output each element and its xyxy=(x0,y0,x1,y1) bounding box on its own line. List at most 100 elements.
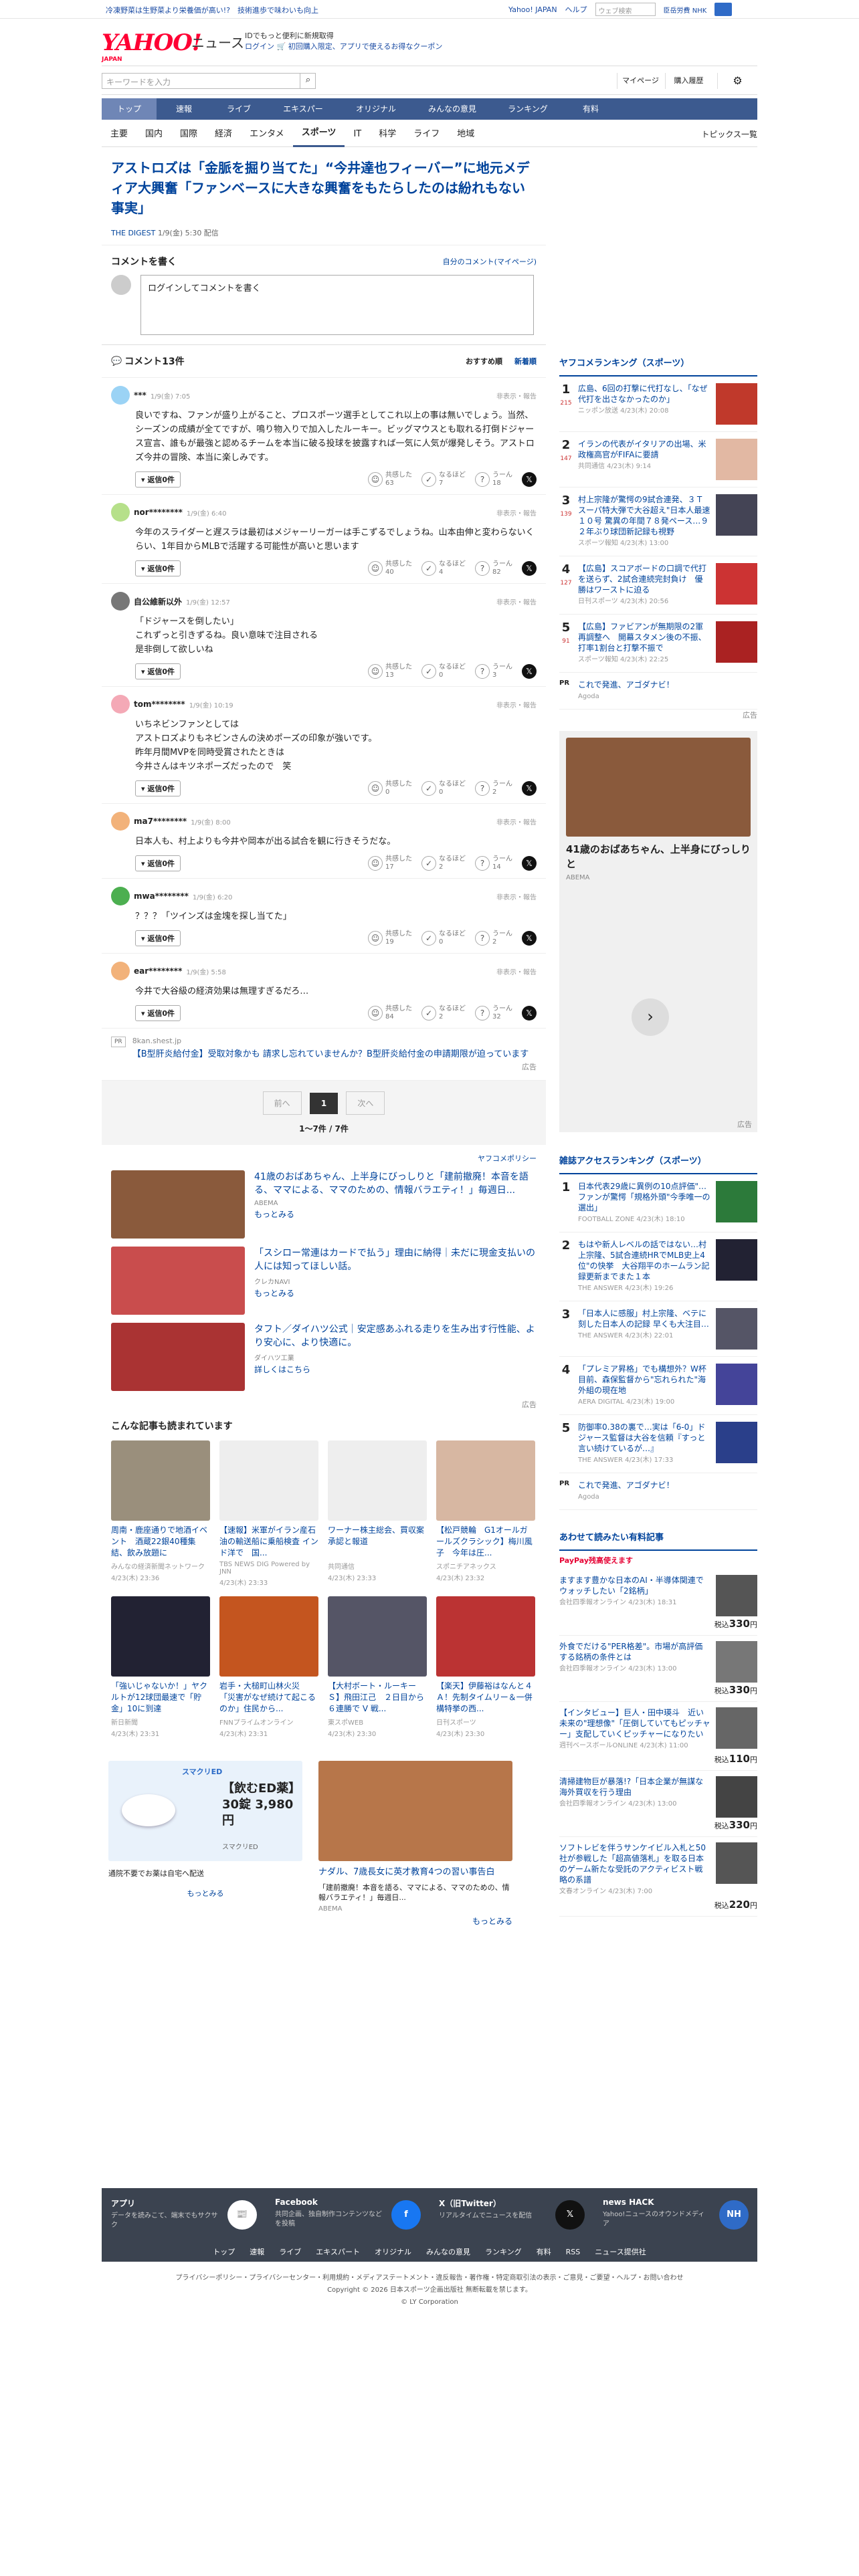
cat-sports[interactable]: スポーツ xyxy=(292,121,345,147)
yahoo-logo[interactable]: YAHOO! xyxy=(102,29,202,56)
search-icon[interactable]: ⌕ xyxy=(300,73,316,89)
footer-nav-item[interactable]: ランキング xyxy=(485,2246,522,2257)
ad-item[interactable]: 「スシロー常連はカードで払う」理由に納得｜未だに現金支払いの人には知ってほしい話… xyxy=(102,1247,546,1315)
cat-local[interactable]: 地域 xyxy=(448,122,483,146)
hmm-icon[interactable]: ? xyxy=(475,856,490,871)
paid-title[interactable]: 【インタビュー】巨人・田中瑛斗 近い未来の"理想像"「圧倒していてもピッチャー」… xyxy=(559,1708,710,1739)
comment-policy-link[interactable]: ヤフコメポリシー xyxy=(478,1154,537,1163)
reply-button[interactable]: ▾ 返信0件 xyxy=(135,1005,181,1021)
rank-title[interactable]: 広島、6回の打撃に代打なし、「なぜ代打を出さなかったのか」 xyxy=(578,384,708,404)
rec-card[interactable]: 周南・鹿座通りで地酒イベント 酒蔵22銀40種集結、飲み放題に みんなの経済新聞… xyxy=(111,1440,210,1587)
report-link[interactable]: 非表示・報告 xyxy=(496,391,537,401)
smile-icon[interactable]: ☺ xyxy=(368,1006,383,1021)
x-share-icon[interactable]: 𝕏 xyxy=(522,931,537,946)
article-title[interactable]: アストロズは「金脈を掘り当てた」“今井達也フィーバー”に地元メディア大興奮「ファ… xyxy=(111,158,537,218)
report-link[interactable]: 非表示・報告 xyxy=(496,817,537,827)
smile-icon[interactable]: ☺ xyxy=(368,561,383,576)
footer-nav-item[interactable]: オリジナル xyxy=(375,2246,411,2257)
cat-domestic[interactable]: 国内 xyxy=(136,122,171,146)
paid-item[interactable]: 外食でだける"PER格差"。市場が高評価する銘柄の条件とは 会社四季報オンライン … xyxy=(559,1636,757,1702)
footer-nav-item[interactable]: ライブ xyxy=(279,2246,301,2257)
gnav-live[interactable]: ライブ xyxy=(211,98,266,120)
access-item[interactable]: 4 「プレミア昇格」でも構想外？W杯目前、森保監督から"忘れられた"海外組の現在… xyxy=(559,1357,757,1415)
hmm-icon[interactable]: ? xyxy=(475,561,490,576)
rec-card[interactable]: 【大村ボート・ルーキーＳ】飛田江己 ２日目から６連勝で V 戦... 東スポWE… xyxy=(328,1596,427,1738)
ad-title[interactable]: 「スシロー常連はカードで払う」理由に納得｜未だに現金支払いの人には知ってほしい話… xyxy=(254,1247,537,1273)
newshack-icon[interactable]: NH xyxy=(719,2200,749,2230)
access-item[interactable]: 2 もはや新人レベルの話ではない…村上宗隆、5試合連続HRでMLB史上4位"の快… xyxy=(559,1232,757,1301)
rec-title[interactable]: 「強いじゃないか！」ヤクルトが12球団最速で「貯金」10に到達 xyxy=(111,1681,210,1715)
hmm-icon[interactable]: ? xyxy=(475,781,490,796)
gnav-opinion[interactable]: みんなの意見 xyxy=(412,98,492,120)
news-search-input[interactable]: キーワードを入力 xyxy=(102,73,316,89)
footer-facebook[interactable]: Facebook 共同企画、独自制作コンテンツなどを投稿 f xyxy=(275,2197,430,2230)
rec-card[interactable]: 「強いじゃないか！」ヤクルトが12球団最速で「貯金」10に到達 新日新聞 4/2… xyxy=(111,1596,210,1738)
access-title[interactable]: 「プレミア昇格」でも構想外？W杯目前、森保監督から"忘れられた"海外組の現在地 xyxy=(578,1364,706,1395)
comment-user[interactable]: nor******** xyxy=(134,508,183,517)
prev-page-button[interactable]: 前へ xyxy=(262,1091,302,1115)
paid-item[interactable]: ますます豊かな日本のAI・半導体関連でウォッチしたい「2銘柄」 会社四季報オンライ… xyxy=(559,1570,757,1636)
pr-ad[interactable]: PR 8kan.shest.jp 【B型肝炎給付金】受取対象かも 請求し忘れてい… xyxy=(102,1029,546,1081)
ad-more-link[interactable]: もっとみる xyxy=(254,1208,537,1220)
web-search-input[interactable]: ウェブ検索 xyxy=(595,3,656,16)
access-pr-title[interactable]: これで発進、アゴダナビ！ xyxy=(578,1481,674,1490)
reply-button[interactable]: ▾ 返信0件 xyxy=(135,930,181,946)
cat-life[interactable]: ライフ xyxy=(405,122,448,146)
header-id-promo[interactable]: IDでもっと便利に新規取得 xyxy=(245,31,442,41)
lightbulb-icon[interactable]: ✓ xyxy=(421,1006,436,1021)
access-title[interactable]: 日本代表29歳に異例の10点評価"…ファンが驚愕「規格外頭"今季唯一の選出」 xyxy=(578,1182,710,1212)
chevron-right-icon[interactable]: › xyxy=(632,998,669,1036)
lightbulb-icon[interactable]: ✓ xyxy=(421,664,436,679)
hmm-icon[interactable]: ? xyxy=(475,664,490,679)
rec-title[interactable]: 【大村ボート・ルーキーＳ】飛田江己 ２日目から６連勝で V 戦... xyxy=(328,1681,427,1715)
cat-science[interactable]: 科学 xyxy=(370,122,405,146)
gnav-ranking[interactable]: ランキング xyxy=(492,98,563,120)
paid-title[interactable]: 清掃建物巨が暴落!?「日本企業が無謀な海外買収を行う理由 xyxy=(559,1777,703,1797)
footer-app[interactable]: アプリ データを読みこて、端末でもサクサク 📰 xyxy=(111,2197,266,2230)
lightbulb-icon[interactable]: ✓ xyxy=(421,856,436,871)
rank-title[interactable]: 【広島】スコアボードの口調で代打を送らず、2試合連続完封負け 優勝はワーストに迫… xyxy=(578,564,706,595)
rec-title[interactable]: 周南・鹿座通りで地酒イベント 酒蔵22銀40種集結、飲み放題に xyxy=(111,1525,210,1560)
paid-title[interactable]: ますます豊かな日本のAI・半導体関連でウォッチしたい「2銘柄」 xyxy=(559,1576,704,1596)
comment-input[interactable]: ログインしてコメントを書く xyxy=(140,275,534,335)
comment-user[interactable]: 自公維新以外 xyxy=(134,596,182,607)
purchase-history-button[interactable]: 購入履歴 xyxy=(665,73,712,89)
rec-card[interactable]: ワーナー株主総会、買収案承認と報道 共同通信 4/23(木) 23:33 xyxy=(328,1440,427,1587)
paid-item[interactable]: 【インタビュー】巨人・田中瑛斗 近い未来の"理想像"「圧倒していてもピッチャー」… xyxy=(559,1702,757,1771)
ad-title[interactable]: 41歳のおばあちゃん、上半身にびっしりと「建前撤廃！本音を語る、ママによる、ママ… xyxy=(254,1170,537,1197)
ad-item[interactable]: タフト／ダイハツ公式｜安定感あふれる走りを生み出す行性能、より安心に、より快適に… xyxy=(102,1323,546,1391)
rec-title[interactable]: ワーナー株主総会、買収案承認と報道 xyxy=(328,1525,427,1560)
ed-more-link[interactable]: もっとみる xyxy=(108,1888,302,1899)
access-title[interactable]: もはや新人レベルの話ではない…村上宗隆、5試合連続HRでMLB史上4位"の快挙 … xyxy=(578,1240,710,1281)
smile-icon[interactable]: ☺ xyxy=(368,664,383,679)
rec-card[interactable]: 岩手・大槌町山林火災 「災害がなぜ続けて起こるのか」住民から... FNNプライ… xyxy=(219,1596,318,1738)
app-icon[interactable]: 📰 xyxy=(227,2200,257,2230)
lightbulb-icon[interactable]: ✓ xyxy=(421,561,436,576)
ad-more-link[interactable]: 詳しくはこちら xyxy=(254,1364,537,1375)
sort-recommended[interactable]: おすすめ順 xyxy=(466,356,502,366)
lightbulb-icon[interactable]: ✓ xyxy=(421,781,436,796)
reply-button[interactable]: ▾ 返信0件 xyxy=(135,855,181,871)
report-link[interactable]: 非表示・報告 xyxy=(496,597,537,607)
facebook-icon[interactable]: f xyxy=(391,2200,421,2230)
access-pr[interactable]: PR これで発進、アゴダナビ！ Agoda xyxy=(559,1473,757,1510)
ranking-item[interactable]: 5 91 【広島】ファビアンが無期限の2軍再調整へ 開幕スタメン後の不振、打率1割… xyxy=(559,615,757,673)
cat-main[interactable]: 主要 xyxy=(102,122,136,146)
rec-card[interactable]: 【楽天】伊藤裕はなんと４Ａ！先制タイムリー＆一併構特挙の西... 日刊スポーツ … xyxy=(436,1596,535,1738)
ad-item[interactable]: 41歳のおばあちゃん、上半身にびっしりと「建前撤廃！本音を語る、ママによる、ママ… xyxy=(102,1170,546,1239)
ranking-item[interactable]: 3 139 村上宗隆が驚愕の9試合連発、３Ｔスーパ特大弾で大谷超え"日本人最速１０… xyxy=(559,488,757,556)
comment-user[interactable]: mwa******** xyxy=(134,891,189,901)
cat-world[interactable]: 国際 xyxy=(171,122,206,146)
footer-x[interactable]: X（旧Twitter） リアルタイムでニュースを配信 𝕏 xyxy=(439,2197,594,2230)
comment-user[interactable]: ma7******** xyxy=(134,817,187,826)
gnav-expert[interactable]: エキスパート xyxy=(266,98,340,135)
rec-card[interactable]: 【松戸競輪 G1オールガールズクラシック】梅川風子 今年は圧... スポニチアネ… xyxy=(436,1440,535,1587)
rec-title[interactable]: 【松戸競輪 G1オールガールズクラシック】梅川風子 今年は圧... xyxy=(436,1525,535,1560)
footer-nav-item[interactable]: トップ xyxy=(213,2246,235,2257)
paid-title[interactable]: 外食でだける"PER格差"。市場が高評価する銘柄の条件とは xyxy=(559,1642,702,1662)
smile-icon[interactable]: ☺ xyxy=(368,781,383,796)
access-item[interactable]: 3 「日本人に感服」村上宗隆、ベテに刻した日本人の記録 早くも大注目… THE A… xyxy=(559,1301,757,1357)
x-share-icon[interactable]: 𝕏 xyxy=(522,664,537,679)
footer-nav-item[interactable]: ニュース提供社 xyxy=(595,2246,646,2257)
ranking-item[interactable]: 4 127 【広島】スコアボードの口調で代打を送らず、2試合連続完封負け 優勝はワ… xyxy=(559,556,757,615)
